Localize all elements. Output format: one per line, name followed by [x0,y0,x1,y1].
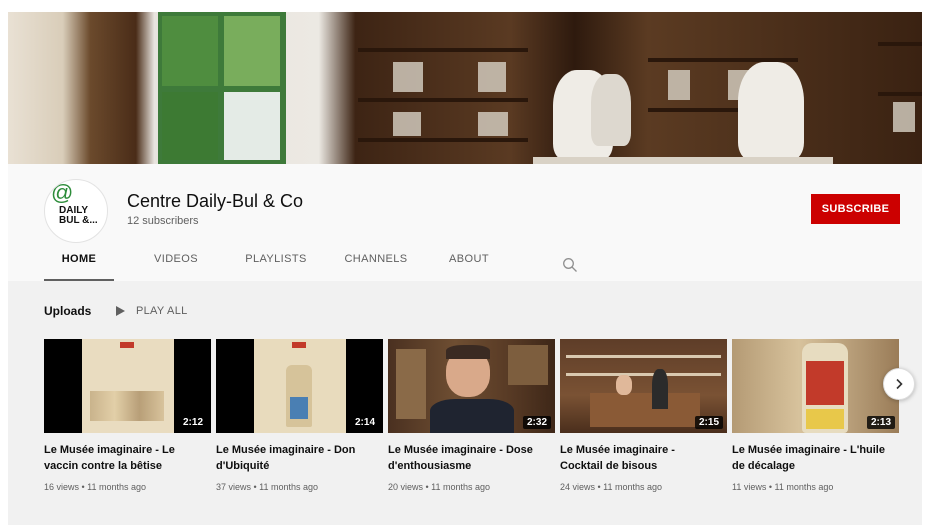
video-card[interactable]: 2:32 Le Musée imaginaire - Dose d'enthou… [388,339,555,492]
video-meta: 11 views • 11 months ago [732,482,834,492]
tab-videos[interactable]: VIDEOS [136,253,216,281]
uploads-section: Uploads PLAY ALL 2:12 Le Musée imaginair… [8,281,922,525]
carousel-next-button[interactable] [883,368,915,400]
tab-channels[interactable]: CHANNELS [336,253,416,281]
avatar-logo-text: DAILY BUL &... [59,205,98,226]
video-thumbnail[interactable]: 2:15 [560,339,727,433]
video-duration: 2:15 [694,416,723,429]
tab-playlists[interactable]: PLAYLISTS [236,253,316,281]
video-title[interactable]: Le Musée imaginaire - Dose d'enthousiasm… [388,442,548,474]
tab-home[interactable]: HOME [44,253,114,281]
channel-tabs: HOME VIDEOS PLAYLISTS CHANNELS ABOUT [44,253,504,281]
snail-logo-icon: @ [51,180,74,205]
tab-about[interactable]: ABOUT [434,253,504,281]
video-thumbnail[interactable]: 2:12 [44,339,211,433]
video-title[interactable]: Le Musée imaginaire - L'huile de décalag… [732,442,892,474]
video-thumbnail[interactable]: 2:32 [388,339,555,433]
play-all-button[interactable]: PLAY ALL [136,305,188,317]
channel-name: Centre Daily-Bul & Co [127,191,304,211]
video-meta: 24 views • 11 months ago [560,482,663,492]
channel-avatar[interactable]: @ DAILY BUL &... [44,179,108,243]
bust-sculpture [738,62,804,160]
banner-window [158,12,286,164]
video-duration: 2:12 [178,416,207,429]
play-icon[interactable] [115,306,125,316]
video-title[interactable]: Le Musée imaginaire - Le vaccin contre l… [44,442,204,474]
video-card[interactable]: 2:13 Le Musée imaginaire - L'huile de dé… [732,339,899,492]
uploads-title[interactable]: Uploads [44,304,91,318]
video-title[interactable]: Le Musée imaginaire - Cocktail de bisous [560,442,720,474]
video-card[interactable]: 2:12 Le Musée imaginaire - Le vaccin con… [44,339,211,492]
video-card[interactable]: 2:14 Le Musée imaginaire - Don d'Ubiquit… [216,339,383,492]
chevron-right-icon [896,378,903,390]
search-icon[interactable] [562,257,578,273]
video-card[interactable]: 2:15 Le Musée imaginaire - Cocktail de b… [560,339,727,492]
channel-header: @ DAILY BUL &... Centre Daily-Bul & Co 1… [8,164,922,281]
video-meta: 20 views • 11 months ago [388,482,491,492]
video-duration: 2:14 [350,416,379,429]
video-thumbnail[interactable]: 2:14 [216,339,383,433]
channel-banner [8,12,922,164]
video-title[interactable]: Le Musée imaginaire - Don d'Ubiquité [216,442,376,474]
subscribe-button[interactable]: SUBSCRIBE [811,194,900,224]
video-duration: 2:13 [866,416,895,429]
video-duration: 2:32 [522,416,551,429]
video-thumbnail[interactable]: 2:13 [732,339,899,433]
video-meta: 37 views • 11 months ago [216,482,319,492]
video-meta: 16 views • 11 months ago [44,482,147,492]
subscriber-count: 12 subscribers [127,215,199,227]
